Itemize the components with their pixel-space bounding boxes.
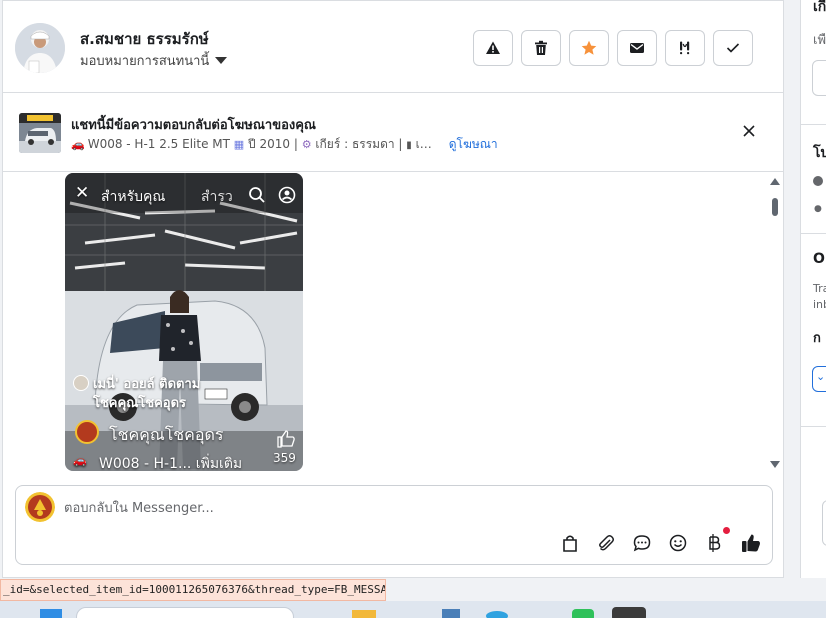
notification-dot bbox=[723, 527, 730, 534]
app-icon[interactable] bbox=[486, 611, 508, 618]
engine-icon: ▮ bbox=[406, 140, 412, 151]
scrollbar[interactable] bbox=[767, 173, 783, 473]
thumbs-up-icon bbox=[742, 534, 760, 552]
check-icon bbox=[726, 43, 740, 53]
ad-details-line: 🚗 W008 - H-1 2.5 Elite MT ▦ ปี 2010 | ⚙ … bbox=[71, 135, 498, 154]
product-button[interactable] bbox=[559, 532, 581, 554]
shared-video-message[interactable]: ✕ สำหรับคุณ สำรว เมนี่' ออยล์ ติดตาม โชค… bbox=[65, 173, 303, 471]
assign-conversation-dropdown[interactable]: มอบหมายการสนทนานี้ bbox=[80, 50, 228, 71]
video-like-count: 359 bbox=[273, 451, 296, 465]
emoji-button[interactable] bbox=[667, 532, 689, 554]
folder-icon[interactable] bbox=[352, 610, 376, 618]
ad-model: W008 - H-1 2.5 Elite MT bbox=[87, 137, 230, 151]
video-tab-for-you: สำหรับคุณ bbox=[101, 189, 166, 205]
like-icon bbox=[277, 430, 295, 448]
section-title: Or bbox=[813, 251, 826, 267]
baht-icon bbox=[709, 534, 721, 552]
ad-engine: เครื่อง... bbox=[415, 137, 440, 151]
close-icon[interactable] bbox=[741, 123, 757, 139]
panel-subtitle: เพื bbox=[813, 33, 826, 48]
search-icon bbox=[249, 187, 265, 203]
page-avatar bbox=[25, 492, 55, 522]
star-icon bbox=[581, 40, 597, 55]
star-button[interactable] bbox=[569, 30, 609, 66]
warning-icon bbox=[486, 41, 500, 54]
section-text: Tra bbox=[813, 282, 826, 295]
gear-icon: ⚙ bbox=[301, 138, 312, 151]
message-thread: ✕ สำหรับคุณ สำรว เมนี่' ออยล์ ติดตาม โชค… bbox=[3, 173, 783, 475]
divider: | bbox=[293, 137, 298, 151]
view-ad-link[interactable]: ดูโฆษณา bbox=[449, 135, 498, 154]
reply-composer bbox=[15, 485, 773, 565]
contact-name[interactable]: ส.สมชาย ธรรมรักษ์ bbox=[80, 27, 209, 51]
car-icon: 🚗 bbox=[73, 454, 87, 467]
profile-icon bbox=[278, 186, 296, 204]
payment-button[interactable] bbox=[704, 527, 730, 554]
envelope-icon bbox=[630, 43, 644, 53]
browser-status-url: _id=&selected_item_id=100011265076376&th… bbox=[0, 579, 386, 601]
ad-thumbnail[interactable] bbox=[19, 113, 61, 153]
divider: | bbox=[398, 137, 403, 151]
ad-details-text: W008 - H-1 2.5 Elite MT ▦ ปี 2010 | ⚙ เก… bbox=[88, 135, 440, 154]
page-avatar bbox=[75, 420, 99, 444]
chat-bubble-icon bbox=[633, 535, 651, 552]
attach-button[interactable] bbox=[595, 532, 617, 554]
details-side-panel: เกี เพื โบ ● Or Tra inb ก ⌄ bbox=[800, 0, 826, 578]
app-icon[interactable] bbox=[442, 609, 460, 618]
start-icon[interactable] bbox=[40, 609, 62, 618]
report-spam-button[interactable] bbox=[473, 30, 513, 66]
mark-unread-button[interactable] bbox=[617, 30, 657, 66]
video-caption-line1: เมนี่' ออยล์ ติดตาม bbox=[93, 377, 201, 392]
panel-field[interactable] bbox=[822, 500, 826, 546]
calendar-icon: ▦ bbox=[233, 138, 245, 151]
ad-reply-banner: แชทนี้มีข้อความตอบกลับต่อโฆษณาของคุณ 🚗 W… bbox=[3, 94, 783, 172]
paperclip-icon bbox=[599, 535, 614, 551]
video-bottom-text: W008 - H-1... เพิ่มเติม bbox=[99, 456, 243, 471]
small-avatar bbox=[73, 375, 89, 391]
flag-exclamation-icon bbox=[680, 41, 690, 55]
ad-gear: เกียร์ : ธรรมดา bbox=[315, 137, 395, 151]
app-icon[interactable] bbox=[612, 607, 646, 618]
section-title: โบ bbox=[813, 145, 826, 161]
mark-done-button[interactable] bbox=[713, 30, 753, 66]
caret-down-icon bbox=[215, 57, 228, 64]
ad-banner-title: แชทนี้มีข้อความตอบกลับต่อโฆษณาของคุณ bbox=[71, 118, 316, 133]
field-label: ก bbox=[813, 331, 821, 346]
chevron-down-icon: ⌄ bbox=[816, 370, 826, 383]
search-bar[interactable] bbox=[76, 607, 294, 618]
ad-year: ปี 2010 bbox=[248, 137, 291, 151]
shopping-bag-icon bbox=[563, 535, 577, 552]
os-taskbar bbox=[0, 601, 826, 618]
delete-button[interactable] bbox=[521, 30, 561, 66]
reply-input[interactable] bbox=[64, 498, 664, 518]
like-button[interactable] bbox=[740, 532, 762, 554]
video-close-icon: ✕ bbox=[75, 183, 90, 203]
clock-icon bbox=[813, 176, 823, 186]
trash-icon bbox=[535, 40, 547, 55]
app-icon[interactable] bbox=[572, 609, 594, 618]
video-tab-explore: สำรว bbox=[201, 189, 233, 205]
avatar[interactable] bbox=[15, 23, 65, 73]
divider bbox=[801, 233, 826, 234]
video-caption-line2: โชคคุณโชคอุดร bbox=[93, 396, 186, 411]
section-text: inb bbox=[813, 298, 826, 311]
conversation-header: ส.สมชาย ธรรมรักษ์ มอบหมายการสนทนานี้ bbox=[3, 1, 783, 93]
saved-replies-button[interactable] bbox=[631, 532, 653, 554]
car-icon: 🚗 bbox=[71, 138, 85, 151]
assign-label: มอบหมายการสนทนานี้ bbox=[80, 54, 210, 69]
emoji-icon bbox=[669, 534, 687, 552]
follow-up-button[interactable] bbox=[665, 30, 705, 66]
panel-title: เกี bbox=[813, 0, 826, 15]
divider bbox=[801, 124, 826, 125]
video-page-name: โชคคุณโชคอุดร bbox=[109, 425, 224, 444]
location-icon: ● bbox=[814, 204, 822, 214]
panel-field[interactable] bbox=[812, 60, 826, 96]
conversation-panel: ส.สมชาย ธรรมรักษ์ มอบหมายการสนทนานี้ แชท… bbox=[2, 0, 784, 578]
divider bbox=[801, 426, 826, 427]
